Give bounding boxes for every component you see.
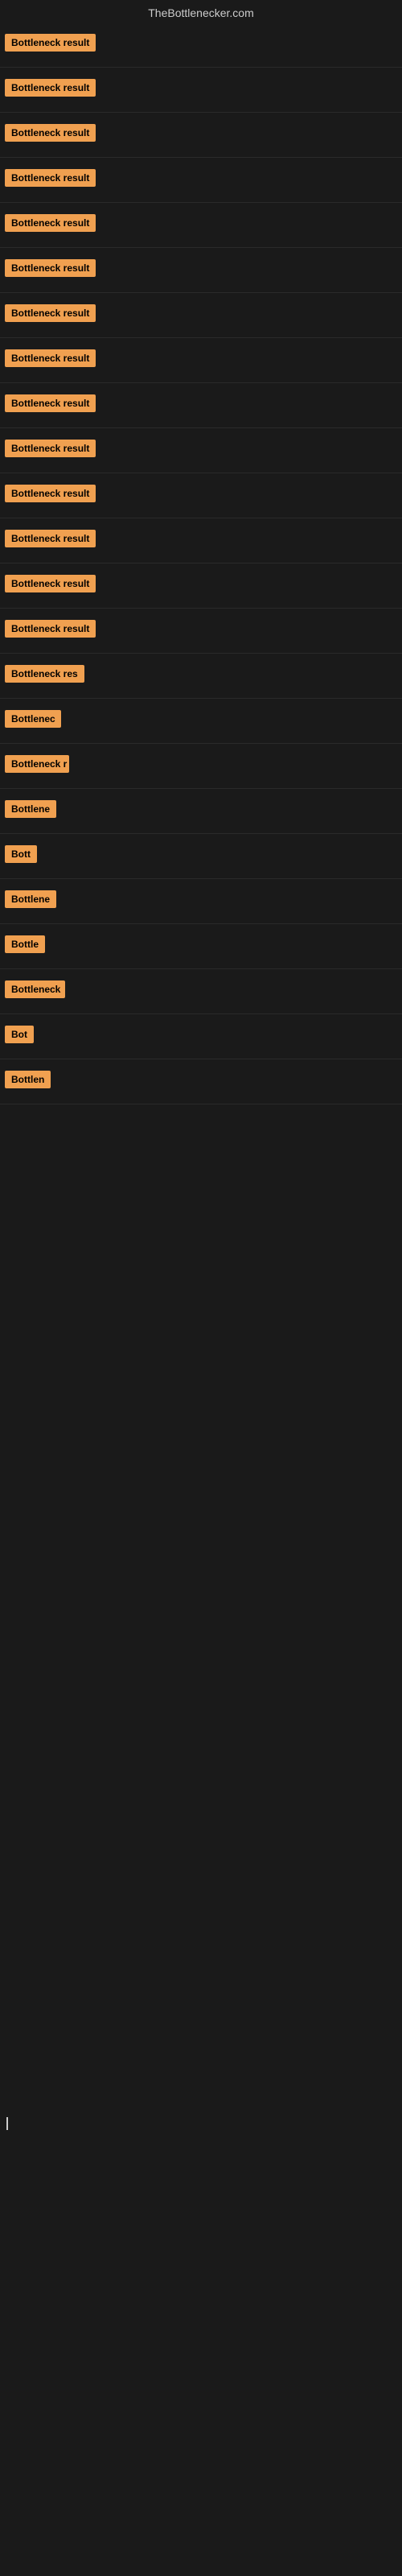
cursor-line	[6, 2117, 8, 2130]
bottleneck-result-badge[interactable]: Bot	[5, 1026, 34, 1043]
bottleneck-result-badge[interactable]: Bottle	[5, 935, 45, 953]
list-item: Bot	[0, 1014, 402, 1059]
bottleneck-result-badge[interactable]: Bott	[5, 845, 37, 863]
bottleneck-result-badge[interactable]: Bottlene	[5, 800, 56, 818]
list-item: Bottleneck result	[0, 609, 402, 654]
list-item: Bottleneck	[0, 969, 402, 1014]
list-item: Bottleneck result	[0, 293, 402, 338]
list-item: Bottlen	[0, 1059, 402, 1104]
list-item: Bottleneck result	[0, 203, 402, 248]
list-item: Bottlenec	[0, 699, 402, 744]
bottleneck-result-badge[interactable]: Bottleneck result	[5, 214, 96, 232]
bottleneck-result-badge[interactable]: Bottleneck result	[5, 394, 96, 412]
list-item: Bottleneck res	[0, 654, 402, 699]
bottleneck-result-badge[interactable]: Bottleneck result	[5, 34, 96, 52]
list-item: Bottleneck result	[0, 564, 402, 609]
bottleneck-result-badge[interactable]: Bottleneck result	[5, 79, 96, 97]
list-item: Bottleneck result	[0, 23, 402, 68]
bottleneck-result-badge[interactable]: Bottleneck result	[5, 259, 96, 277]
list-item: Bottleneck result	[0, 428, 402, 473]
bottleneck-result-badge[interactable]: Bottleneck result	[5, 620, 96, 638]
list-item: Bottleneck result	[0, 383, 402, 428]
bottleneck-result-badge[interactable]: Bottleneck result	[5, 124, 96, 142]
bottleneck-result-badge[interactable]: Bottleneck result	[5, 485, 96, 502]
list-item: Bott	[0, 834, 402, 879]
list-item: Bottleneck result	[0, 248, 402, 293]
bottleneck-result-badge[interactable]: Bottlene	[5, 890, 56, 908]
bottleneck-result-badge[interactable]: Bottleneck result	[5, 349, 96, 367]
bottleneck-result-badge[interactable]: Bottleneck result	[5, 304, 96, 322]
bottleneck-result-badge[interactable]: Bottleneck res	[5, 665, 84, 683]
bottleneck-result-badge[interactable]: Bottlen	[5, 1071, 51, 1088]
bottleneck-result-badge[interactable]: Bottleneck	[5, 980, 65, 998]
list-item: Bottleneck r	[0, 744, 402, 789]
list-item: Bottleneck result	[0, 113, 402, 158]
site-title: TheBottlenecker.com	[0, 0, 402, 23]
list-item: Bottleneck result	[0, 338, 402, 383]
list-item: Bottleneck result	[0, 473, 402, 518]
rows-container: Bottleneck result Bottleneck result Bottle…	[0, 23, 402, 1104]
list-item: Bottlene	[0, 879, 402, 924]
bottleneck-result-badge[interactable]: Bottleneck result	[5, 440, 96, 457]
bottleneck-result-badge[interactable]: Bottleneck r	[5, 755, 69, 773]
list-item: Bottleneck result	[0, 68, 402, 113]
bottleneck-result-badge[interactable]: Bottlenec	[5, 710, 61, 728]
list-item: Bottle	[0, 924, 402, 969]
bottleneck-result-badge[interactable]: Bottleneck result	[5, 530, 96, 547]
list-item: Bottlene	[0, 789, 402, 834]
list-item: Bottleneck result	[0, 158, 402, 203]
list-item: Bottleneck result	[0, 518, 402, 564]
bottleneck-result-badge[interactable]: Bottleneck result	[5, 575, 96, 592]
bottleneck-result-badge[interactable]: Bottleneck result	[5, 169, 96, 187]
